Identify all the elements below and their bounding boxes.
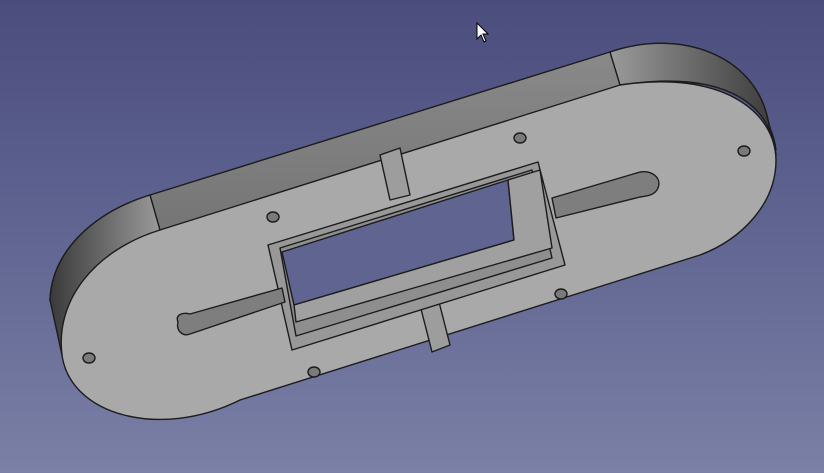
- 3d-viewport[interactable]: [0, 0, 824, 473]
- hole-4: [554, 288, 568, 300]
- hole-6: [307, 366, 321, 378]
- hole-2: [737, 145, 751, 157]
- mouse-cursor-icon: [476, 22, 490, 43]
- hole-3: [266, 211, 280, 223]
- hole-5: [82, 352, 96, 364]
- hole-1: [513, 132, 527, 144]
- model-scene[interactable]: [0, 0, 824, 473]
